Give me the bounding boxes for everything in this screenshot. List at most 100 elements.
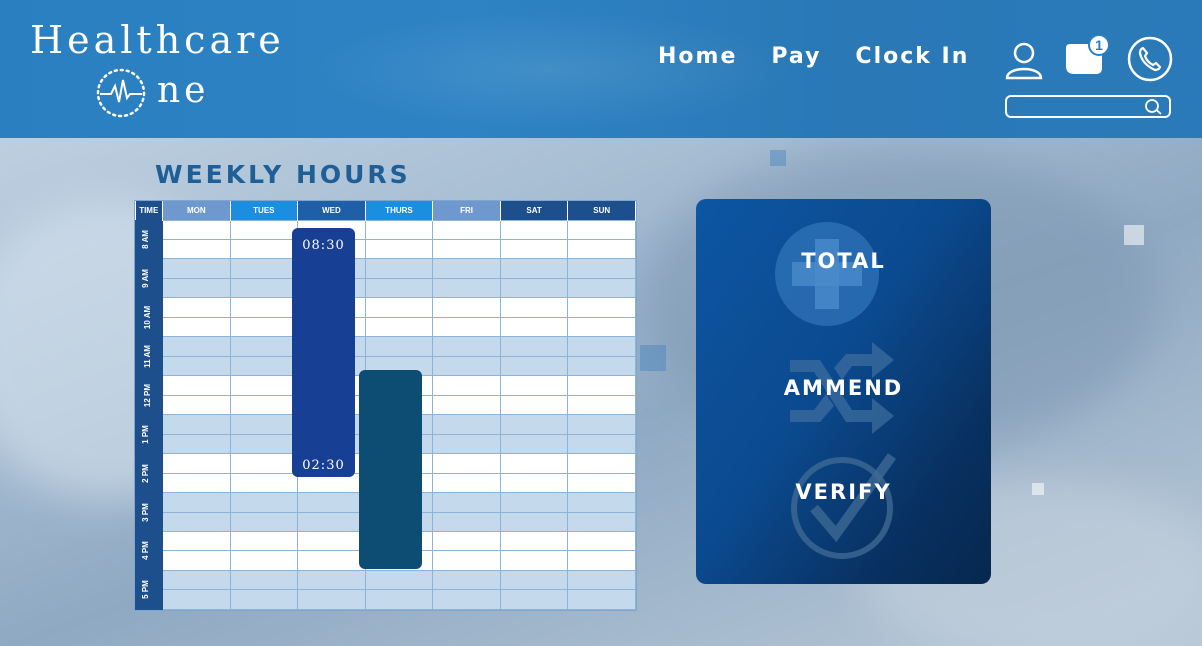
grid-cell[interactable]	[364, 277, 434, 299]
grid-cell[interactable]	[567, 569, 636, 591]
grid-cell[interactable]	[499, 258, 569, 279]
grid-cell[interactable]	[162, 375, 231, 396]
grid-cell[interactable]	[364, 589, 434, 610]
grid-cell[interactable]	[364, 336, 434, 357]
grid-cell[interactable]	[162, 569, 231, 591]
grid-cell[interactable]	[162, 472, 231, 494]
grid-cell[interactable]	[162, 530, 231, 552]
grid-cell[interactable]	[229, 530, 299, 552]
grid-cell[interactable]	[432, 433, 501, 455]
grid-cell[interactable]	[364, 258, 434, 279]
grid-cell[interactable]	[567, 492, 636, 513]
grid-cell[interactable]	[229, 375, 299, 396]
grid-cell[interactable]	[162, 453, 231, 474]
grid-cell[interactable]	[567, 375, 636, 396]
grid-cell[interactable]	[499, 219, 569, 240]
grid-cell[interactable]	[229, 355, 299, 377]
total-button[interactable]: TOTAL	[696, 222, 991, 326]
shift-block-thurs[interactable]	[359, 370, 422, 569]
search-input[interactable]	[1013, 98, 1143, 115]
grid-cell[interactable]	[162, 492, 231, 513]
grid-cell[interactable]	[162, 550, 231, 571]
grid-cell[interactable]	[162, 238, 231, 260]
grid-cell[interactable]	[364, 297, 434, 318]
grid-cell[interactable]	[432, 589, 501, 610]
grid-cell[interactable]	[432, 258, 501, 279]
grid-cell[interactable]	[229, 316, 299, 338]
grid-cell[interactable]	[229, 433, 299, 455]
grid-cell[interactable]	[567, 336, 636, 357]
grid-cell[interactable]	[499, 453, 569, 474]
nav-pay[interactable]: Pay	[771, 44, 821, 69]
grid-cell[interactable]	[432, 530, 501, 552]
grid-cell[interactable]	[162, 336, 231, 357]
grid-cell[interactable]	[297, 589, 366, 610]
grid-cell[interactable]	[229, 550, 299, 571]
verify-button[interactable]: VERIFY	[696, 453, 991, 559]
grid-cell[interactable]	[364, 316, 434, 338]
grid-cell[interactable]	[432, 511, 501, 533]
shift-block-wed[interactable]: 08:30 02:30	[292, 228, 355, 477]
grid-cell[interactable]	[499, 355, 569, 377]
grid-cell[interactable]	[432, 316, 501, 338]
grid-cell[interactable]	[162, 219, 231, 240]
grid-cell[interactable]	[229, 258, 299, 279]
grid-cell[interactable]	[432, 375, 501, 396]
amend-button[interactable]: AMMEND	[696, 342, 991, 434]
grid-cell[interactable]	[229, 394, 299, 416]
grid-cell[interactable]	[567, 472, 636, 494]
grid-cell[interactable]	[567, 530, 636, 552]
grid-cell[interactable]	[229, 453, 299, 474]
grid-cell[interactable]	[567, 277, 636, 299]
grid-cell[interactable]	[229, 238, 299, 260]
grid-cell[interactable]	[567, 433, 636, 455]
grid-cell[interactable]	[432, 472, 501, 494]
grid-cell[interactable]	[499, 472, 569, 494]
grid-cell[interactable]	[297, 511, 366, 533]
grid-cell[interactable]	[499, 569, 569, 591]
grid-cell[interactable]	[297, 530, 366, 552]
grid-cell[interactable]	[162, 277, 231, 299]
grid-cell[interactable]	[567, 511, 636, 533]
grid-cell[interactable]	[499, 297, 569, 318]
grid-cell[interactable]	[432, 238, 501, 260]
search-icon[interactable]	[1143, 98, 1163, 115]
grid-cell[interactable]	[499, 492, 569, 513]
grid-cell[interactable]	[229, 511, 299, 533]
nav-clock-in[interactable]: Clock In	[855, 44, 969, 69]
grid-cell[interactable]	[297, 492, 366, 513]
grid-cell[interactable]	[567, 297, 636, 318]
grid-cell[interactable]	[567, 550, 636, 571]
grid-cell[interactable]	[499, 375, 569, 396]
grid-cell[interactable]	[229, 336, 299, 357]
grid-cell[interactable]	[364, 238, 434, 260]
grid-cell[interactable]	[567, 589, 636, 610]
grid-cell[interactable]	[162, 297, 231, 318]
grid-cell[interactable]	[432, 394, 501, 416]
grid-cell[interactable]	[499, 336, 569, 357]
grid-cell[interactable]	[432, 492, 501, 513]
grid-cell[interactable]	[162, 433, 231, 455]
grid-cell[interactable]	[499, 277, 569, 299]
grid-cell[interactable]	[567, 316, 636, 338]
grid-cell[interactable]	[499, 433, 569, 455]
nav-home[interactable]: Home	[658, 44, 737, 69]
grid-cell[interactable]	[162, 394, 231, 416]
grid-cell[interactable]	[432, 414, 501, 435]
grid-cell[interactable]	[499, 238, 569, 260]
grid-cell[interactable]	[432, 297, 501, 318]
grid-cell[interactable]	[499, 316, 569, 338]
grid-cell[interactable]	[229, 277, 299, 299]
grid-cell[interactable]	[432, 355, 501, 377]
grid-cell[interactable]	[364, 569, 434, 591]
grid-cell[interactable]	[499, 394, 569, 416]
grid-cell[interactable]	[162, 414, 231, 435]
grid-cell[interactable]	[499, 511, 569, 533]
grid-cell[interactable]	[567, 219, 636, 240]
grid-cell[interactable]	[162, 258, 231, 279]
grid-cell[interactable]	[499, 550, 569, 571]
grid-cell[interactable]	[432, 569, 501, 591]
grid-cell[interactable]	[229, 569, 299, 591]
grid-cell[interactable]	[567, 414, 636, 435]
grid-cell[interactable]	[567, 238, 636, 260]
